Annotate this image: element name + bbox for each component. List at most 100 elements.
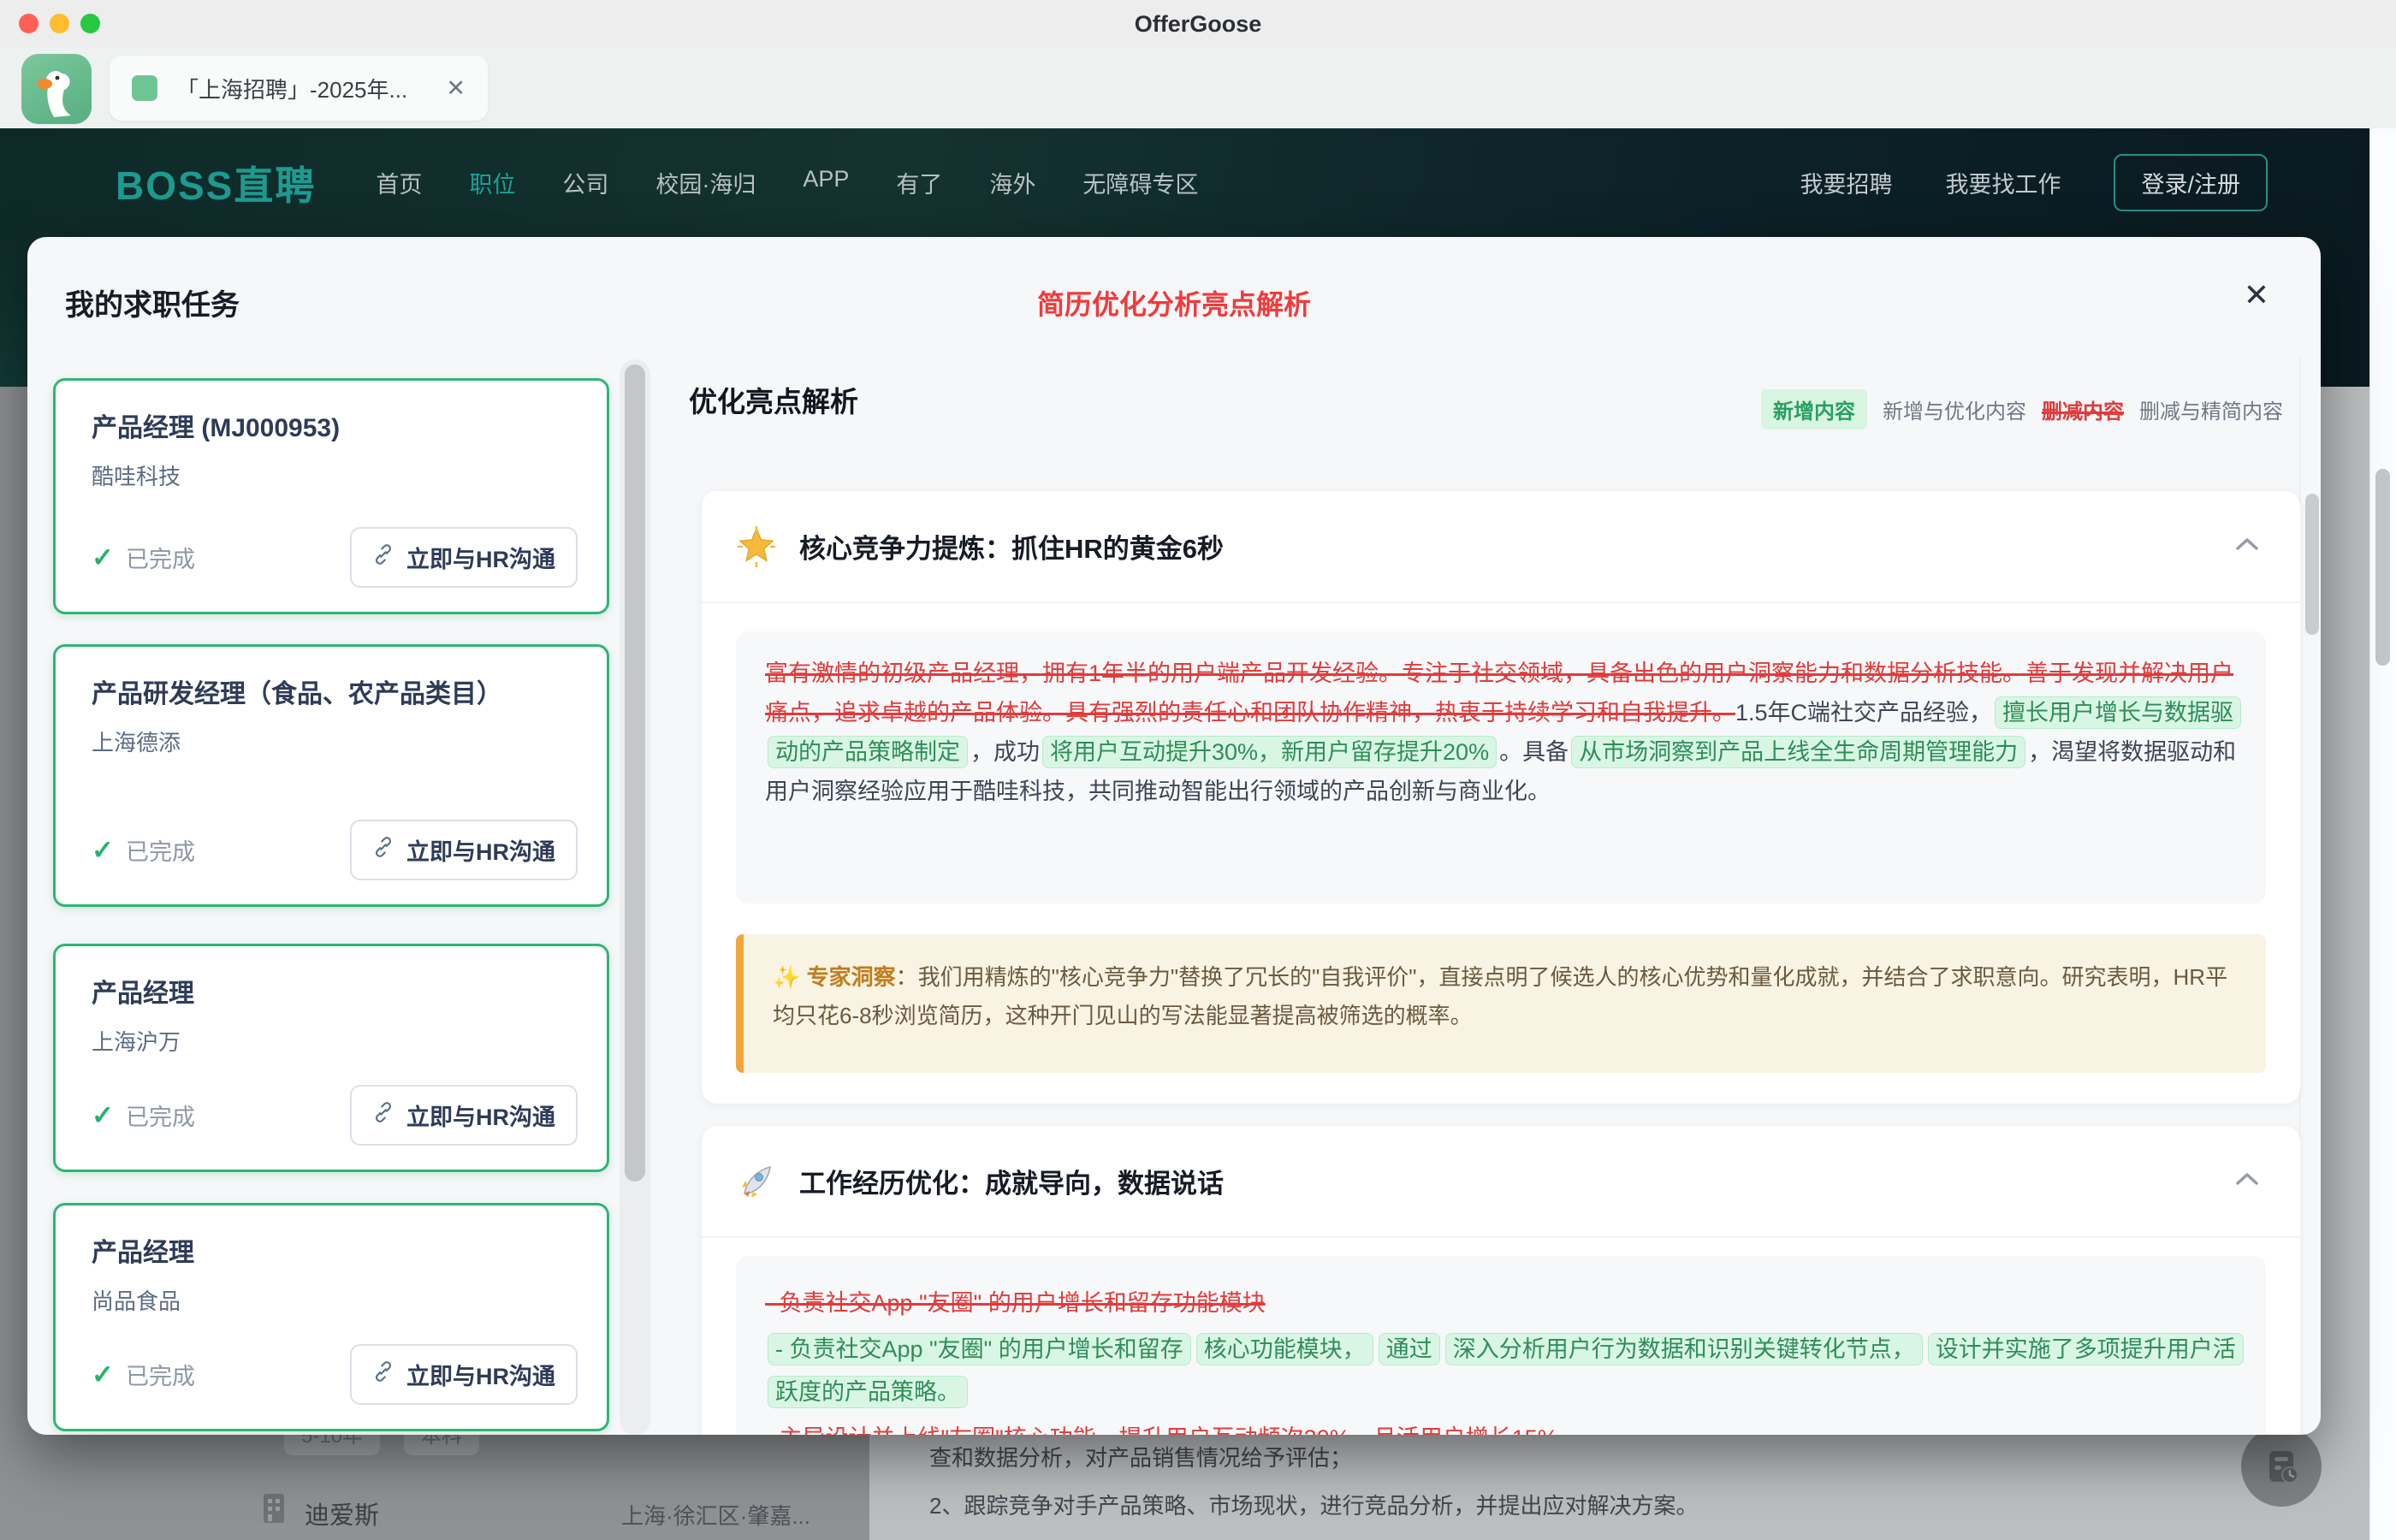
check-icon: ✓ [92, 1100, 114, 1131]
tab-favicon [132, 75, 157, 101]
nav-item-2[interactable]: 公司 [562, 166, 608, 199]
company-name[interactable]: 迪爱斯 [305, 1496, 379, 1531]
link-icon [372, 1360, 394, 1389]
segment-normal: 。具备 [1499, 739, 1569, 765]
check-icon: ✓ [92, 835, 114, 866]
job-card-title: 产品经理 [92, 1235, 572, 1272]
screen: OfferGoose 「上海招聘」-2025年... ✕ BOSS直聘 首页 职位… [0, 0, 2396, 1540]
job-task-card[interactable]: 产品经理尚品食品 ✓ 已完成 立即与HR沟通 [53, 1203, 609, 1431]
nav-item-0[interactable]: 首页 [376, 166, 422, 199]
job-task-card[interactable]: 产品经理 (MJ000953) 酷哇科技 ✓ 已完成 立即与HR沟通 [53, 378, 609, 614]
nav-items: 首页 职位 公司 校园·海归 APP 有了 海外 无障碍专区 [376, 166, 1198, 199]
status-badge: ✓ 已完成 [92, 541, 195, 574]
login-register-button[interactable]: 登录/注册 [2114, 154, 2268, 211]
chat-hr-button[interactable]: 立即与HR沟通 [350, 527, 578, 588]
check-icon: ✓ [92, 1359, 114, 1390]
para-a: 富有激情的初级产品经理，拥有1年半的用户端产品开发经验。专注于社交领域，具备出色… [736, 631, 2266, 903]
section-header[interactable]: 工作经历优化：成就导向，数据说话 [702, 1126, 2300, 1238]
rocket-icon [736, 1161, 777, 1202]
segment-deleted: - 负责社交App "友圈" 的用户增长和留存功能模块 [765, 1290, 1266, 1316]
building-icon [257, 1490, 291, 1529]
segment-added: 将用户互动提升30%，新用户留存提升20% [1042, 736, 1497, 768]
status-label: 已完成 [126, 1358, 195, 1391]
segment-normal: ，成功 [970, 739, 1040, 765]
window-scrollbar-thumb[interactable] [2375, 469, 2390, 666]
nav-item-recruit[interactable]: 我要招聘 [1800, 166, 1892, 199]
nav-item-7[interactable]: 无障碍专区 [1082, 166, 1198, 199]
optimized-line: - 主导设计并上线"友圈"核心功能，提升用户互动频次30%，月活用户增长15% [765, 1417, 2237, 1435]
job-card-title: 产品经理 (MJ000953) [92, 410, 572, 447]
floating-task-button[interactable] [2241, 1426, 2322, 1507]
chevron-up-icon[interactable] [2233, 536, 2261, 557]
segment-added: 核心功能模块， [1196, 1333, 1373, 1365]
check-icon: ✓ [92, 542, 114, 573]
expert-insight-box: ✨ 专家洞察：我们用精炼的"核心竞争力"替换了冗长的"自我评价"，直接点明了候选… [736, 934, 2266, 1073]
legend-removed-tag: 删减内容 [2042, 394, 2124, 424]
document-clock-icon [2259, 1444, 2304, 1489]
nav-item-4[interactable]: APP [803, 166, 849, 199]
status-badge: ✓ 已完成 [92, 1099, 195, 1132]
content-scrollbar-thumb[interactable] [2305, 494, 2319, 635]
page-title: 优化亮点解析 [689, 379, 858, 420]
goose-icon [21, 54, 92, 124]
browser-tab[interactable]: 「上海招聘」-2025年... ✕ [110, 56, 488, 121]
modal-title: 我的求职任务 [65, 281, 240, 323]
link-icon [372, 836, 394, 864]
resume-analysis-modal: 我的求职任务 简历优化分析亮点解析 ✕ 产品经理 (MJ000953)酷哇科技✓… [27, 237, 2321, 1435]
company-location: 上海·徐汇区·肇嘉... [621, 1499, 810, 1531]
chat-hr-button[interactable]: 立即与HR沟通 [350, 1344, 578, 1405]
job-card-company: 尚品食品 [92, 1284, 571, 1316]
nav-item-5[interactable]: 有了 [896, 166, 942, 199]
legend-removed-desc: 删减与精简内容 [2139, 394, 2283, 424]
job-card-title: 产品研发经理（食品、农产品类目） [92, 676, 572, 714]
section-header[interactable]: 核心竞争力提炼：抓住HR的黄金6秒 [702, 491, 2300, 603]
chat-hr-button-label: 立即与HR沟通 [406, 833, 555, 867]
status-badge: ✓ 已完成 [92, 1358, 195, 1391]
insight-label: ✨ 专家洞察 [773, 964, 896, 990]
chat-hr-button-label: 立即与HR沟通 [406, 541, 555, 574]
job-card-title: 产品经理 [92, 975, 572, 1013]
insight-text: ：我们用精炼的"核心竞争力"替换了冗长的"自我评价"，直接点明了候选人的核心优势… [773, 964, 2227, 1028]
chat-hr-button[interactable]: 立即与HR沟通 [350, 1085, 578, 1146]
nav-item-3[interactable]: 校园·海归 [655, 166, 756, 199]
section-title: 核心竞争力提炼：抓住HR的黄金6秒 [799, 527, 1224, 566]
chevron-up-icon[interactable] [2233, 1170, 2261, 1192]
segment-deleted: - 主导设计并上线"友圈"核心功能，提升用户互动频次30%，月活用户增长15% [765, 1425, 1558, 1435]
segment-added: 通过 [1379, 1333, 1440, 1365]
tab-title: 「上海招聘」-2025年... [176, 73, 407, 104]
modal-close-icon[interactable]: ✕ [2239, 276, 2274, 314]
status-label: 已完成 [126, 541, 195, 574]
window-title: OfferGoose [0, 0, 2396, 48]
sidebar-scrollbar-thumb[interactable] [625, 364, 645, 1182]
goose-app-icon[interactable] [21, 54, 92, 124]
segment-added: - 负责社交App "友圈" 的用户增长和留存 [768, 1333, 1191, 1365]
chat-hr-button-label: 立即与HR沟通 [406, 1358, 555, 1391]
section-work-experience: 工作经历优化：成就导向，数据说话 - 负责社交App "友圈" 的用户增长和留存… [702, 1126, 2300, 1435]
legend-added-desc: 新增与优化内容 [1883, 394, 2026, 424]
link-icon [372, 1101, 394, 1129]
window-scrollbar[interactable] [2369, 128, 2396, 1540]
nav-item-1[interactable]: 职位 [469, 166, 515, 199]
link-icon [372, 543, 394, 572]
optimized-line: - 负责社交App "友圈" 的用户增长和留存核心功能模块，通过深入分析用户行为… [765, 1328, 2237, 1413]
job-card-company: 酷哇科技 [92, 459, 571, 491]
tab-strip: 「上海招聘」-2025年... ✕ [0, 48, 2396, 128]
chat-hr-button-label: 立即与HR沟通 [406, 1099, 555, 1132]
status-label: 已完成 [126, 833, 195, 867]
tab-close-icon[interactable]: ✕ [446, 75, 466, 102]
segment-normal: 1.5年C端社交产品经验， [1735, 700, 1992, 726]
status-label: 已完成 [126, 1099, 195, 1132]
optimized-line: - 负责社交App "友圈" 的用户增长和留存功能模块 [765, 1282, 2237, 1324]
star-icon [736, 526, 777, 567]
para-b: - 负责社交App "友圈" 的用户增长和留存功能模块 - 负责社交App "友圈… [736, 1256, 2266, 1435]
boss-zhipin-logo[interactable]: BOSS直聘 [116, 155, 316, 211]
job-task-card[interactable]: 产品经理上海沪万✓已完成立即与HR沟通 [53, 944, 609, 1172]
job-card-row: ✓ 已完成 立即与HR沟通 [92, 1344, 578, 1405]
nav-right: 我要招聘 我要找工作 登录/注册 [1800, 154, 2268, 211]
nav-item-6[interactable]: 海外 [989, 166, 1035, 199]
segment-added: 深入分析用户行为数据和识别关键转化节点， [1445, 1333, 1923, 1365]
nav-item-findjob[interactable]: 我要找工作 [1945, 166, 2061, 199]
status-badge: ✓ 已完成 [92, 833, 195, 867]
job-task-card[interactable]: 产品研发经理（食品、农产品类目）上海德添✓已完成立即与HR沟通 [53, 644, 609, 907]
chat-hr-button[interactable]: 立即与HR沟通 [350, 820, 578, 880]
